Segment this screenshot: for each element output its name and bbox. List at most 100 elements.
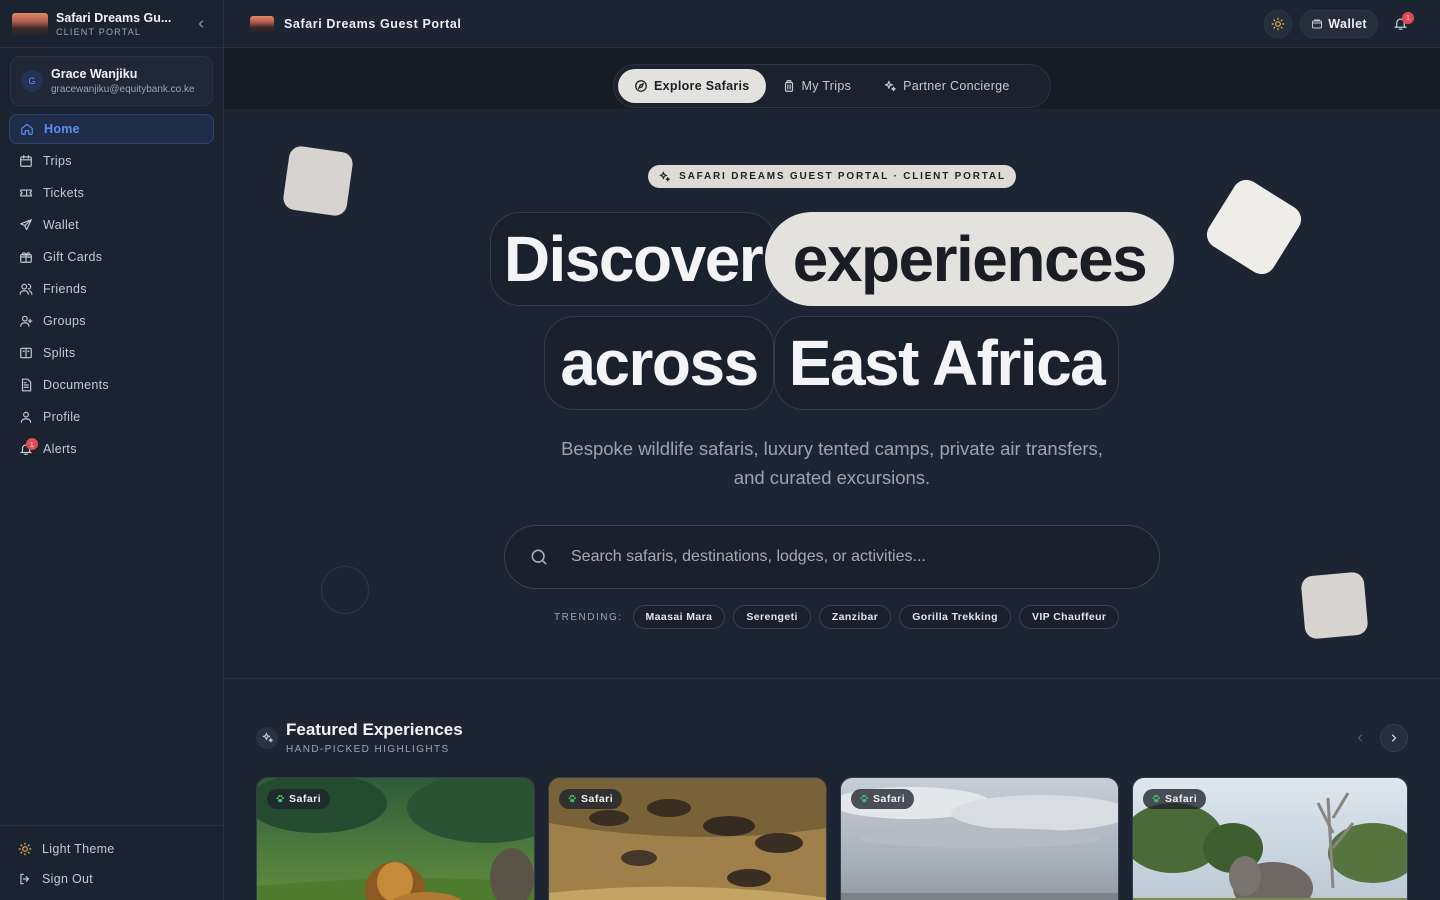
sign-out-icon xyxy=(20,873,30,885)
section-title: Featured Experiences xyxy=(286,720,463,739)
sidebar-item-splits[interactable]: Splits xyxy=(9,338,214,368)
sidebar-item-label: Splits xyxy=(43,346,76,360)
users-icon xyxy=(19,283,33,295)
sidebar-item-label: Profile xyxy=(43,410,81,424)
sidebar-item-alerts[interactable]: 1 Alerts xyxy=(9,434,214,464)
trending-chip[interactable]: Serengeti xyxy=(733,605,811,629)
hero-badge: SAFARI DREAMS GUEST PORTAL · CLIENT PORT… xyxy=(648,165,1016,188)
user-name: Grace Wanjiku xyxy=(51,67,138,81)
sidebar-item-trips[interactable]: Trips xyxy=(9,146,214,176)
card-tag: Safari xyxy=(559,789,623,809)
hero-word: across xyxy=(544,316,774,410)
compass-icon xyxy=(635,80,647,92)
hero-word-highlight: experiences xyxy=(765,212,1174,306)
portal-title: Safari Dreams Guest Portal xyxy=(284,16,462,31)
sidebar-item-label: Gift Cards xyxy=(43,250,103,264)
experience-card[interactable]: Safari xyxy=(1132,777,1408,900)
document-icon xyxy=(21,378,32,392)
decorative-tile xyxy=(1300,571,1369,640)
sun-icon xyxy=(18,842,32,856)
sidebar-item-documents[interactable]: Documents xyxy=(9,370,214,400)
home-icon xyxy=(21,123,33,135)
trending-label: TRENDING: xyxy=(554,611,623,623)
tab-explore-safaris[interactable]: Explore Safaris xyxy=(618,69,766,103)
brand-logo xyxy=(12,12,48,35)
collapse-sidebar-button[interactable] xyxy=(191,14,211,34)
sidebar-item-profile[interactable]: Profile xyxy=(9,402,214,432)
paw-icon xyxy=(860,795,868,803)
paw-icon xyxy=(568,795,576,803)
luggage-icon xyxy=(784,80,793,92)
sidebar: Safari Dreams Gu... CLIENT PORTAL G Grac… xyxy=(0,0,224,900)
trending-chip[interactable]: Maasai Mara xyxy=(632,605,726,629)
experience-card[interactable]: Safari xyxy=(840,777,1119,900)
tab-label: My Trips xyxy=(801,79,852,93)
wallet-button[interactable]: Wallet xyxy=(1300,9,1378,38)
sidebar-item-label: Groups xyxy=(43,314,86,328)
sidebar-item-label: Home xyxy=(44,122,80,136)
sidebar-item-gift-cards[interactable]: Gift Cards xyxy=(9,242,214,272)
top-bar: Safari Dreams Guest Portal Wallet 1 xyxy=(224,0,1440,48)
sidebar-item-friends[interactable]: Friends xyxy=(9,274,214,304)
sidebar-item-label: Wallet xyxy=(43,218,80,232)
sun-icon xyxy=(1271,17,1285,30)
carousel-next-button[interactable] xyxy=(1380,724,1408,752)
sidebar-nav: Home Trips Tickets Wallet Gift Cards Fri… xyxy=(0,114,223,464)
sidebar-item-label: Tickets xyxy=(43,186,85,200)
alerts-count-badge: 1 xyxy=(26,438,38,450)
hero-subtitle-line: and curated excursions. xyxy=(733,467,931,488)
sidebar-footer: Light Theme Sign Out xyxy=(0,825,223,900)
wallet-icon xyxy=(1312,19,1323,28)
trending-chip[interactable]: Zanzibar xyxy=(818,605,892,629)
decorative-tile xyxy=(281,144,355,218)
tab-partner-concierge[interactable]: Partner Concierge xyxy=(867,69,1026,103)
paw-icon xyxy=(276,795,284,803)
experience-card[interactable]: Safari xyxy=(256,777,535,900)
trending-chip[interactable]: VIP Chauffeur xyxy=(1018,605,1120,629)
carousel-prev-button[interactable] xyxy=(1346,724,1374,752)
decorative-circle xyxy=(321,566,369,614)
sidebar-item-home[interactable]: Home xyxy=(9,114,214,144)
send-icon xyxy=(20,219,32,231)
hero-word: Discover xyxy=(490,212,776,306)
wallet-label: Wallet xyxy=(1328,16,1367,31)
sidebar-item-tickets[interactable]: Tickets xyxy=(9,178,214,208)
search-placeholder: Search safaris, destinations, lodges, or… xyxy=(571,548,926,565)
theme-button[interactable] xyxy=(1264,9,1293,38)
section-subtitle: HAND-PICKED HIGHLIGHTS xyxy=(286,744,450,755)
chevron-left-icon xyxy=(1357,734,1363,742)
paw-icon xyxy=(1152,795,1160,803)
sparkles-icon xyxy=(256,726,278,749)
user-card[interactable]: G Grace Wanjiku gracewanjiku@equitybank.… xyxy=(10,56,213,106)
hero-subtitle: Bespoke wildlife safaris, luxury tented … xyxy=(532,434,1132,492)
trending-row: TRENDING: Maasai Mara Serengeti Zanzibar… xyxy=(554,605,1120,629)
sign-out-button[interactable]: Sign Out xyxy=(0,864,223,894)
search-input[interactable]: Search safaris, destinations, lodges, or… xyxy=(504,525,1160,589)
chevron-right-icon xyxy=(1391,734,1397,742)
user-group-icon xyxy=(20,315,33,327)
sidebar-item-groups[interactable]: Groups xyxy=(9,306,214,336)
hero-subtitle-line: Bespoke wildlife safaris, luxury tented … xyxy=(561,438,1103,459)
brand-title: Safari Dreams Gu... xyxy=(56,10,172,25)
theme-toggle-label: Light Theme xyxy=(42,842,115,856)
sidebar-item-label: Trips xyxy=(43,154,72,168)
card-tag-label: Safari xyxy=(873,793,906,805)
tab-my-trips[interactable]: My Trips xyxy=(766,69,868,103)
user-icon xyxy=(20,411,32,423)
sidebar-item-label: Documents xyxy=(43,378,109,392)
trending-chip[interactable]: Gorilla Trekking xyxy=(899,605,1011,629)
notifications-button[interactable]: 1 xyxy=(1386,10,1414,38)
sparkles-icon xyxy=(884,80,896,92)
theme-toggle[interactable]: Light Theme xyxy=(0,834,223,864)
sidebar-item-wallet[interactable]: Wallet xyxy=(9,210,214,240)
experience-card[interactable]: Safari xyxy=(548,777,827,900)
decorative-tile xyxy=(1201,174,1307,280)
hero-badge-text: SAFARI DREAMS GUEST PORTAL · CLIENT PORT… xyxy=(679,171,1006,182)
user-email: gracewanjiku@equitybank.co.ke xyxy=(51,84,195,95)
card-tag-label: Safari xyxy=(289,793,322,805)
card-tag-label: Safari xyxy=(581,793,614,805)
card-tag: Safari xyxy=(1143,789,1207,809)
avatar: G xyxy=(21,70,43,92)
tab-strip: Explore Safaris My Trips Partner Concier… xyxy=(613,64,1051,108)
portal-logo xyxy=(250,15,274,32)
